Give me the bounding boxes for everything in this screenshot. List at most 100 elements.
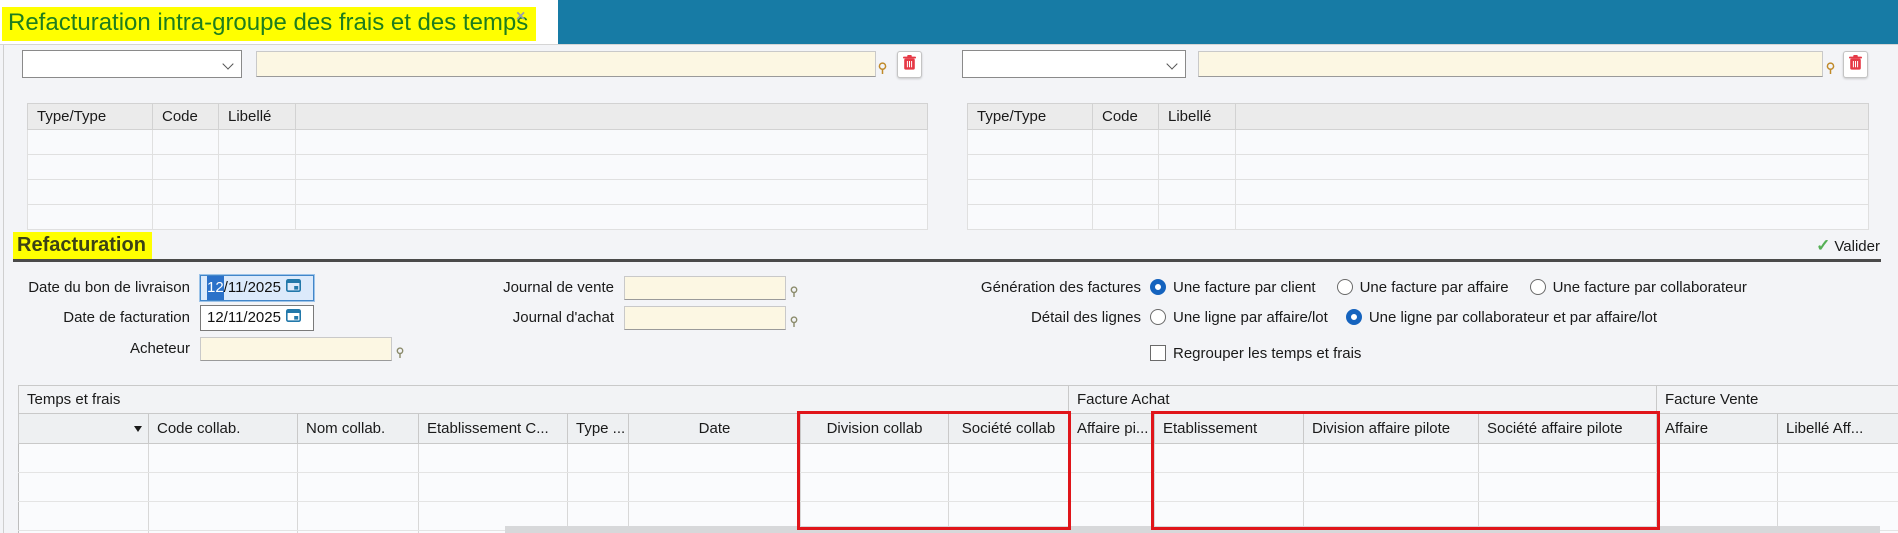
search-icon[interactable] (878, 62, 887, 80)
grid-cell[interactable] (968, 130, 1093, 155)
grid-cell[interactable] (153, 180, 219, 205)
table-row[interactable] (968, 155, 1869, 180)
grid-cell[interactable] (1093, 180, 1159, 205)
grid-cell[interactable] (1236, 205, 1869, 230)
column-header-etablissement[interactable]: Etablissement (1155, 414, 1304, 444)
grid-cell[interactable] (968, 155, 1093, 180)
column-header-societe-affaire-pilote[interactable]: Société affaire pilote (1479, 414, 1657, 444)
grid-cell[interactable] (1657, 473, 1778, 502)
grid-cell[interactable] (19, 473, 149, 502)
grid-cell[interactable] (1159, 130, 1236, 155)
grid-cell[interactable] (629, 473, 801, 502)
table-row[interactable] (968, 130, 1869, 155)
grid-cell[interactable] (1069, 473, 1155, 502)
grid-cell[interactable] (219, 205, 296, 230)
grid-cell[interactable] (1657, 444, 1778, 473)
grid-cell[interactable] (1093, 130, 1159, 155)
column-header-date[interactable]: Date (629, 414, 801, 444)
calendar-icon[interactable] (281, 276, 301, 300)
grid-cell[interactable] (153, 205, 219, 230)
grid-cell[interactable] (568, 444, 629, 473)
column-header-societe-collab[interactable]: Société collab (949, 414, 1069, 444)
grid-cell[interactable] (1479, 473, 1657, 502)
grid-cell[interactable] (968, 205, 1093, 230)
calendar-icon[interactable] (281, 306, 301, 330)
grid-cell[interactable] (629, 444, 801, 473)
table-row[interactable] (968, 205, 1869, 230)
grid-cell[interactable] (1155, 473, 1304, 502)
radio-facture-par-client[interactable]: Une facture par client (1150, 275, 1316, 301)
grid-cell[interactable] (28, 130, 153, 155)
grid-cell[interactable] (149, 502, 298, 531)
filter-icon[interactable] (134, 426, 142, 432)
grid-cell[interactable] (298, 473, 419, 502)
grid-cell[interactable] (19, 444, 149, 473)
radio-facture-par-collaborateur[interactable]: Une facture par collaborateur (1530, 275, 1747, 301)
left-search-input[interactable] (256, 51, 876, 77)
grid-cell[interactable] (568, 473, 629, 502)
column-header-type[interactable]: Type ... (568, 414, 629, 444)
invoice-date-input[interactable]: 12/11/2025 (200, 305, 314, 331)
grid-cell[interactable] (1159, 155, 1236, 180)
purchase-journal-input[interactable] (624, 306, 786, 330)
grid-cell[interactable] (1778, 444, 1898, 473)
search-icon[interactable] (396, 346, 404, 364)
radio-ligne-par-collaborateur[interactable]: Une ligne par collaborateur et par affai… (1346, 305, 1657, 331)
grid-cell[interactable] (949, 473, 1069, 502)
table-row[interactable] (968, 180, 1869, 205)
grid-cell[interactable] (419, 473, 568, 502)
grid-cell[interactable] (219, 155, 296, 180)
table-row[interactable] (28, 180, 928, 205)
table-row[interactable] (28, 155, 928, 180)
grid-cell[interactable] (296, 180, 928, 205)
grid-cell[interactable] (1778, 473, 1898, 502)
right-delete-button[interactable] (1843, 51, 1868, 78)
search-icon[interactable] (1826, 62, 1835, 80)
grid-row[interactable] (19, 444, 1898, 473)
grid-cell[interactable] (296, 130, 928, 155)
column-header-code-collab[interactable]: Code collab. (149, 414, 298, 444)
grid-cell[interactable] (28, 155, 153, 180)
left-type-select[interactable] (22, 50, 242, 78)
radio-facture-par-affaire[interactable]: Une facture par affaire (1337, 275, 1509, 301)
grid-cell[interactable] (1159, 180, 1236, 205)
column-header-division-collab[interactable]: Division collab (801, 414, 949, 444)
right-search-input[interactable] (1198, 51, 1823, 77)
left-delete-button[interactable] (897, 51, 922, 78)
table-row[interactable] (28, 130, 928, 155)
search-icon[interactable] (790, 285, 798, 303)
grid-cell[interactable] (28, 205, 153, 230)
tab-refacturation[interactable]: Refacturation intra-groupe des frais et … (0, 0, 536, 44)
grid-cell[interactable] (1479, 444, 1657, 473)
radio-ligne-par-affaire-lot[interactable]: Une ligne par affaire/lot (1150, 305, 1328, 331)
grid-cell[interactable] (968, 180, 1093, 205)
grid-cell[interactable] (801, 444, 949, 473)
grid-cell[interactable] (298, 444, 419, 473)
grid-cell[interactable] (1236, 130, 1869, 155)
close-icon[interactable]: × (516, 8, 525, 26)
grid-cell[interactable] (219, 180, 296, 205)
grid-cell[interactable] (296, 155, 928, 180)
grid-cell[interactable] (19, 502, 149, 531)
column-header-etablissement-c[interactable]: Etablissement C... (419, 414, 568, 444)
table-row[interactable] (28, 205, 928, 230)
column-header-affaire[interactable]: Affaire (1657, 414, 1778, 444)
column-header-affaire-pilote[interactable]: Affaire pi... (1069, 414, 1155, 444)
right-type-select[interactable] (962, 50, 1186, 78)
grid-cell[interactable] (153, 130, 219, 155)
grid-row[interactable] (19, 473, 1898, 502)
search-icon[interactable] (790, 315, 798, 333)
grid-cell[interactable] (28, 180, 153, 205)
grid-cell[interactable] (1236, 180, 1869, 205)
grid-cell[interactable] (1155, 444, 1304, 473)
delivery-date-input[interactable]: 12/11/2025 (200, 275, 314, 301)
sales-journal-input[interactable] (624, 276, 786, 300)
validate-button[interactable]: ✓Valider (1760, 236, 1880, 256)
grid-cell[interactable] (296, 205, 928, 230)
grid-cell[interactable] (298, 502, 419, 531)
column-header-libelle-affaire[interactable]: Libellé Aff... (1778, 414, 1898, 444)
column-header-selector[interactable] (19, 414, 149, 444)
grid-cell[interactable] (149, 473, 298, 502)
grid-cell[interactable] (1236, 155, 1869, 180)
grid-cell[interactable] (1304, 444, 1479, 473)
